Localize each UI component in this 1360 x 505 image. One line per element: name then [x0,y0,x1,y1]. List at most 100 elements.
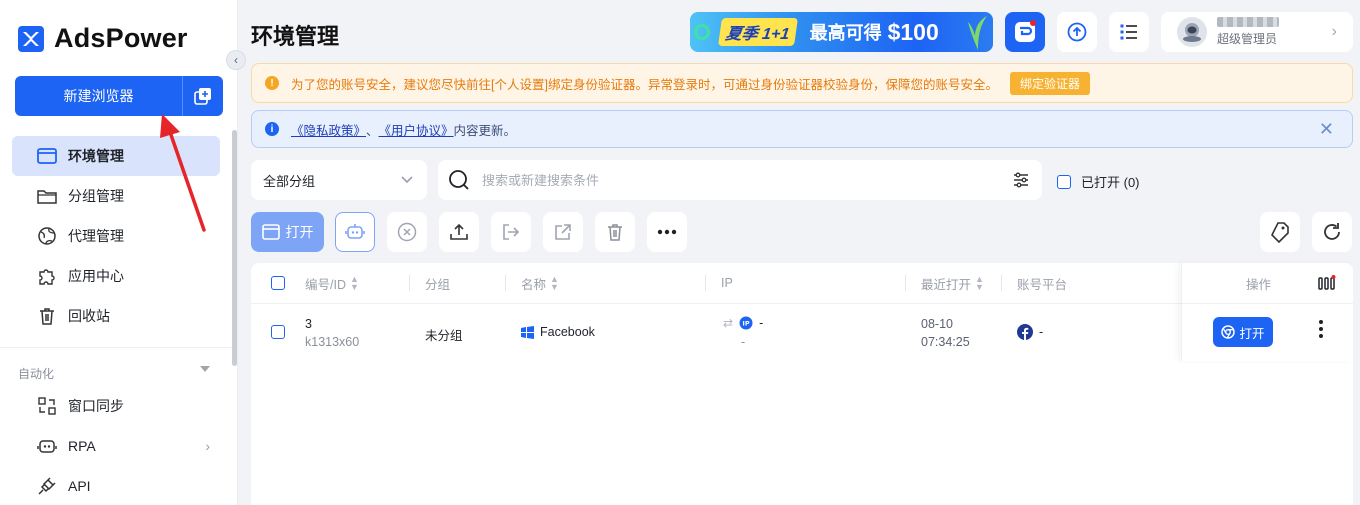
search-icon [449,170,469,190]
sidebar-item-window-sync[interactable]: 窗口同步 [12,386,220,426]
chevron-down-icon [401,176,413,184]
search-box[interactable] [438,160,1042,200]
sidebar-item-label: API [68,478,91,494]
column-separator [1001,275,1002,291]
profile-table: 编号/ID ▲ ▼ 分组 名称 ▲ ▼ IP 最近打开 ▲ ▼ 账号平台 3 k131… [251,263,1353,505]
row-more-icon[interactable] [1319,320,1323,338]
opened-checkbox[interactable] [1057,174,1071,189]
column-header-id[interactable]: 编号/ID ▲ ▼ [305,263,359,303]
column-header-label: IP [721,276,733,290]
sidebar-item-recycle-bin[interactable]: 回收站 [12,296,220,336]
promo-banner[interactable]: 夏季 1+1 最高可得 $100 [690,12,993,52]
filter-settings-icon[interactable] [1012,171,1030,189]
select-all-checkbox[interactable] [271,276,285,290]
automation-section-title: 自动化 [18,367,55,381]
column-header-name[interactable]: 名称 ▲ ▼ [521,263,559,303]
browser-window-icon [261,224,280,240]
share-button[interactable] [543,212,583,252]
row-last-open-time: 07:34:25 [921,335,970,349]
sidebar-item-rpa[interactable]: RPA › [12,426,220,466]
row-platform-cell: - [1017,324,1043,340]
row-checkbox[interactable] [271,325,285,339]
sort-icon[interactable]: ▲ ▼ [975,275,984,292]
sidebar-item-label: 窗口同步 [68,398,124,414]
cloud-sync-icon [1067,22,1087,42]
upload-button[interactable] [439,212,479,252]
user-menu[interactable]: 超级管理员 › [1161,12,1353,52]
sidebar-item-api[interactable]: API [12,466,220,505]
promo-text: 最高可得 [809,23,882,43]
sidebar-item-label: 应用中心 [68,268,124,284]
sync-upload-button[interactable] [1057,12,1097,52]
row-ip-cell: ⇄ IP - [723,316,763,330]
task-list-button[interactable] [1109,12,1149,52]
column-header-label: 最近打开 [921,277,972,292]
sort-icon[interactable]: ▲ ▼ [350,275,359,292]
select-all-checkbox-cell[interactable] [271,263,285,303]
column-separator [409,275,410,291]
privacy-policy-link[interactable]: 《隐私政策》 [291,120,366,139]
robot-icon [345,224,365,239]
column-settings-button[interactable] [1318,275,1336,294]
windows-logo-icon [521,325,534,339]
sidebar-item-label: 分组管理 [68,188,124,204]
brand-name: AdsPower [54,23,188,53]
group-select[interactable]: 全部分组 [251,160,427,200]
batch-close-button[interactable] [387,212,427,252]
column-header-label: 名称 [521,277,547,292]
sidebar-item-app-center[interactable]: 应用中心 [12,256,220,296]
row-last-open-date: 08-10 [921,317,953,331]
refresh-button[interactable] [1312,212,1352,252]
red-arrow-annotation [160,114,206,232]
mascot-icon [1015,20,1036,42]
row-checkbox-cell[interactable] [271,325,285,342]
page-title: 环境管理 [251,24,340,49]
delete-button[interactable] [595,212,635,252]
search-input[interactable] [482,172,982,188]
group-select-value: 全部分组 [263,173,316,189]
robot-icon [36,435,58,457]
bind-authenticator-button[interactable]: 绑定验证器 [1009,71,1090,95]
mascot-app-button[interactable] [1005,12,1045,52]
column-header-label: 账号平台 [1017,277,1068,292]
column-header-label: 分组 [425,277,451,292]
row-open-button[interactable]: 打开 [1213,317,1273,347]
ip-badge-icon: IP [739,316,753,330]
close-circle-icon [397,222,417,242]
close-icon[interactable]: ✕ [1319,119,1334,140]
promo-tag: 夏季 1+1 [718,18,798,46]
column-header-platform: 账号平台 [1017,263,1067,303]
import-button[interactable] [491,212,531,252]
policy-update-banner: i 《隐私政策》 、 《用户协议》 内容更新。 ✕ [251,110,1353,148]
column-settings-icon [1318,275,1336,290]
sort-icon[interactable]: ▲ ▼ [550,275,559,292]
collapse-sidebar-button[interactable]: ‹ [226,50,246,70]
refresh-icon [1324,223,1340,240]
promo-amount: $100 [887,18,939,45]
warning-text: 为了您的账号安全，建议您尽快前往[个人设置]绑定身份验证器。异常登录时，可通过身… [291,77,998,92]
batch-open-button[interactable]: 打开 [251,212,324,252]
upload-icon [450,223,468,240]
sidebar-scrollbar[interactable] [232,130,237,366]
list-icon [1120,24,1137,40]
user-agreement-link[interactable]: 《用户协议》 [379,120,454,139]
tag-icon [1271,222,1289,243]
more-actions-button[interactable] [647,212,687,252]
chrome-icon [1221,325,1236,339]
tag-button[interactable] [1260,212,1300,252]
promo-ring-decoration [694,24,710,40]
row-ip-sub: - [741,335,746,349]
row-name-cell[interactable]: Facebook [521,325,595,339]
warning-icon: ! [265,76,279,90]
logo[interactable]: AdsPower [18,23,188,54]
opened-filter[interactable]: 已打开 (0) [1057,172,1140,191]
column-header-last-open[interactable]: 最近打开 ▲ ▼ [921,263,984,303]
row-profile-id[interactable]: k1313x60 [305,335,359,349]
separator-text: 、 [366,123,379,138]
svg-text:IP: IP [742,320,749,328]
sidebar: AdsPower 新建浏览器 环境管理 分组管理 代理管理 应用中心 回收站 自… [0,0,238,505]
row-open-label: 打开 [1239,326,1265,341]
rpa-run-button[interactable] [335,212,375,252]
column-header-label: 操作 [1246,277,1272,292]
automation-collapse-icon[interactable] [200,366,210,372]
